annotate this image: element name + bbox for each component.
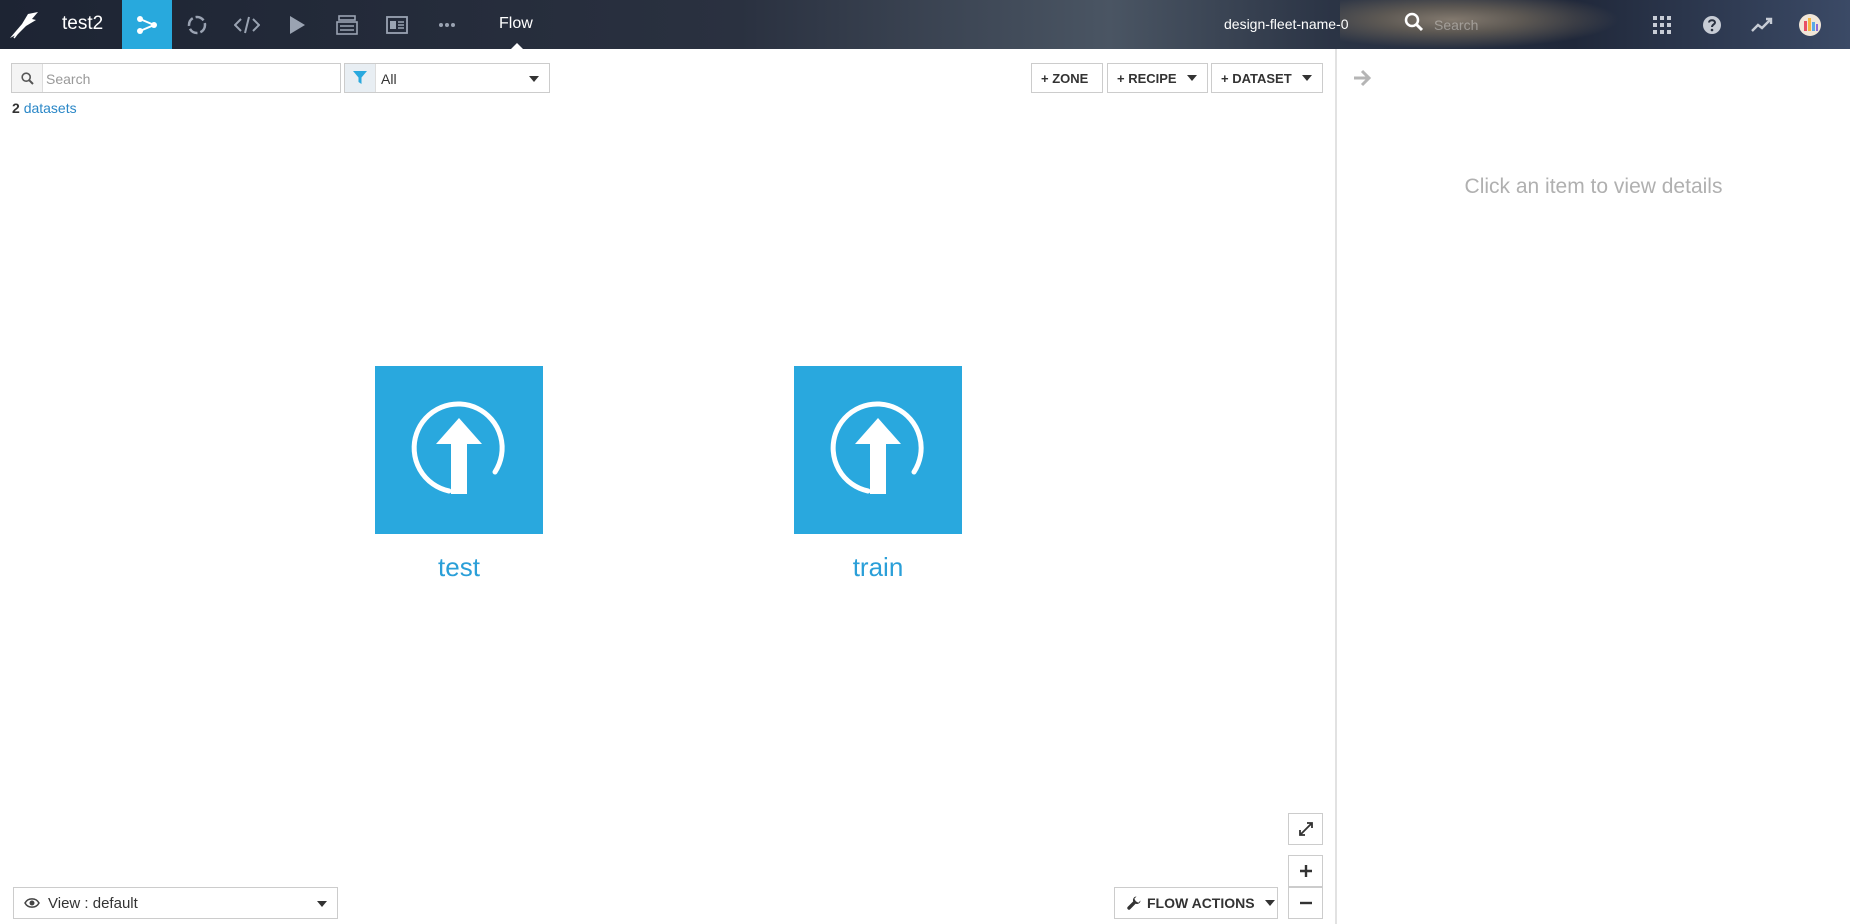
dashboard-icon — [386, 15, 408, 34]
flow-view-select[interactable]: View : default — [13, 887, 338, 919]
flow-nav-button[interactable] — [122, 0, 172, 49]
dataset-count-link[interactable]: datasets — [24, 100, 77, 116]
wrench-icon — [1127, 896, 1141, 910]
dataset-count-number: 2 — [12, 100, 20, 116]
play-icon — [290, 15, 305, 34]
dataset-tile — [794, 366, 962, 534]
chevron-down-icon — [317, 901, 327, 907]
details-panel: Click an item to view details — [1335, 49, 1850, 924]
flow-search-input[interactable] — [44, 66, 338, 92]
eye-icon — [24, 898, 40, 908]
search-icon[interactable] — [1404, 12, 1424, 32]
zoom-out-button[interactable] — [1288, 887, 1323, 919]
add-zone-label: + ZONE — [1041, 70, 1089, 86]
zoom-in-button[interactable] — [1288, 855, 1323, 887]
filter-value: All — [381, 71, 397, 87]
add-recipe-button[interactable]: + RECIPE — [1107, 63, 1208, 93]
top-navigation-bar: test2 Flow design-fleet-name-0 Search — [0, 0, 1850, 49]
code-nav-button[interactable] — [222, 0, 272, 49]
activity-button[interactable] — [1749, 12, 1775, 38]
more-nav-button[interactable] — [422, 0, 472, 49]
add-zone-button[interactable]: + ZONE — [1031, 63, 1103, 93]
dataset-count: 2 datasets — [12, 100, 77, 116]
dataset-name: test — [438, 552, 480, 582]
chevron-down-icon — [1264, 900, 1275, 906]
code-icon — [234, 16, 260, 33]
avatar-icon — [1799, 14, 1821, 36]
stack-nav-button[interactable] — [322, 0, 372, 49]
filter-icon — [345, 64, 376, 92]
search-icon — [12, 64, 43, 92]
dataset-node-test[interactable]: test — [375, 366, 543, 583]
expand-icon — [1298, 822, 1313, 836]
view-label: View : default — [48, 894, 138, 912]
global-search-input[interactable] — [1432, 13, 1546, 37]
upload-dataset-icon — [411, 401, 505, 494]
dashboard-nav-button[interactable] — [372, 0, 422, 49]
more-icon — [439, 22, 455, 27]
dataset-node-train[interactable]: train — [794, 366, 962, 583]
collapse-panel-arrow-icon[interactable] — [1353, 69, 1373, 87]
chevron-down-icon — [1301, 75, 1312, 81]
lab-icon — [187, 15, 207, 34]
add-recipe-label: + RECIPE — [1117, 70, 1177, 86]
fit-to-screen-button[interactable] — [1288, 813, 1323, 845]
apps-grid-button[interactable] — [1649, 12, 1675, 38]
chevron-down-icon — [529, 76, 539, 82]
help-button[interactable] — [1699, 12, 1725, 38]
flow-filter-select[interactable]: All — [344, 63, 550, 93]
user-avatar[interactable] — [1797, 12, 1823, 38]
upload-dataset-icon — [830, 401, 924, 494]
apps-grid-icon — [1653, 16, 1671, 34]
help-icon — [1703, 16, 1721, 34]
instance-name[interactable]: design-fleet-name-0 — [1224, 16, 1349, 32]
dataiku-bird-logo-icon[interactable] — [8, 10, 42, 40]
dataset-tile — [375, 366, 543, 534]
add-dataset-label: + DATASET — [1221, 70, 1292, 86]
dataset-name: train — [852, 552, 904, 582]
details-empty-hint: Click an item to view details — [1464, 175, 1723, 198]
chevron-down-icon — [1186, 75, 1197, 81]
run-nav-button[interactable] — [272, 0, 322, 49]
current-section-indicator — [511, 43, 523, 49]
current-section-title: Flow — [499, 15, 533, 32]
flow-actions-button[interactable]: FLOW ACTIONS — [1114, 887, 1278, 919]
plus-icon — [1299, 865, 1312, 877]
flow-icon — [137, 15, 157, 34]
flow-actions-label: FLOW ACTIONS — [1147, 895, 1255, 911]
project-name[interactable]: test2 — [62, 13, 103, 35]
stack-icon — [336, 14, 358, 35]
flow-search-box — [11, 63, 341, 93]
add-dataset-button[interactable]: + DATASET — [1211, 63, 1323, 93]
lab-nav-button[interactable] — [172, 0, 222, 49]
minus-icon — [1299, 901, 1312, 905]
trend-icon — [1751, 17, 1773, 32]
